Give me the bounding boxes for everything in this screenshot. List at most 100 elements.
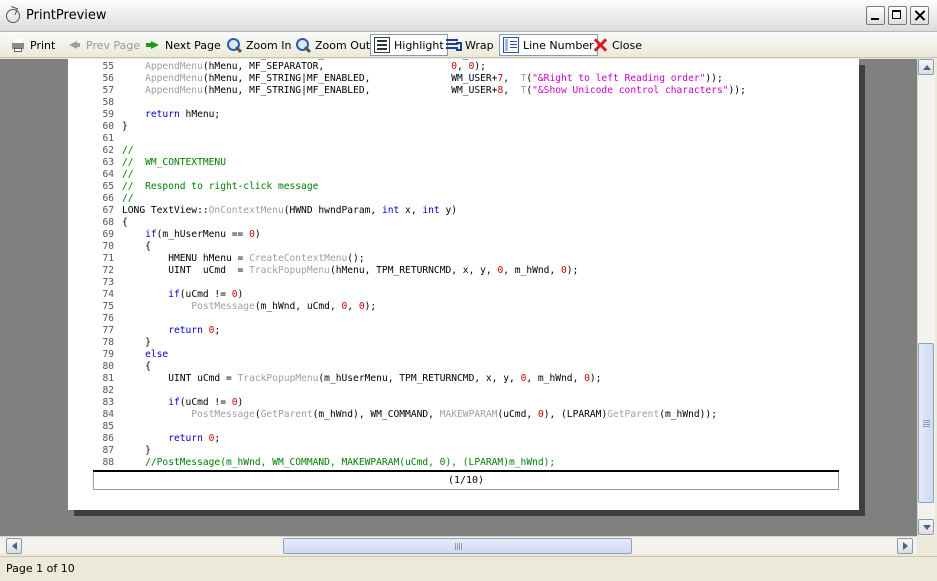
code-token: , xyxy=(347,301,359,312)
code-line: 80 { xyxy=(96,361,836,373)
code-line: 73 xyxy=(96,277,836,289)
code-token: "&Select All" xyxy=(532,59,607,60)
grip-icon xyxy=(455,543,456,550)
code-line: 64 // xyxy=(96,169,836,181)
code-token: (); xyxy=(347,253,365,264)
code-token: AppendMenu xyxy=(122,59,203,60)
zoom-in-button[interactable]: Zoom In xyxy=(223,34,294,56)
code-token: } xyxy=(122,445,151,456)
close-button[interactable]: Close xyxy=(589,34,645,56)
line-number: 83 xyxy=(102,397,114,408)
code-token: return xyxy=(122,325,203,336)
code-token: (m_hWnd, uCmd, xyxy=(254,301,342,312)
code-line: 88 //PostMessage(m_hWnd, WM_COMMAND, MAK… xyxy=(96,457,836,469)
horizontal-scroll-thumb[interactable] xyxy=(283,538,632,554)
code-line: 85 xyxy=(96,421,836,433)
wrap-toggle[interactable]: Wrap xyxy=(442,34,497,56)
code-line: 57 AppendMenu(hMenu, MF_STRING|MF_ENABLE… xyxy=(96,85,836,97)
code-token: CreateContextMenu xyxy=(249,253,348,264)
line-number-toggle[interactable]: Line Number xyxy=(499,34,598,56)
code-line: 67 LONG TextView::OnContextMenu(HWND hwnd… xyxy=(96,205,836,217)
minimize-button[interactable] xyxy=(866,6,885,25)
arrow-right-small-icon xyxy=(903,542,908,550)
line-number-label: Line Number xyxy=(523,38,594,52)
code-token: PostMessage xyxy=(122,301,255,312)
code-line: 87 } xyxy=(96,445,836,457)
code-line: 58 xyxy=(96,97,836,109)
code-token: UINT uCmd = xyxy=(122,373,238,384)
code-token: , xyxy=(503,73,521,84)
print-label: Print xyxy=(30,38,56,52)
line-number: 56 xyxy=(102,73,114,84)
printer-icon xyxy=(10,37,26,53)
code-token: } xyxy=(122,121,128,132)
line-number: 79 xyxy=(102,349,114,360)
zoom-out-label: Zoom Out xyxy=(315,38,371,52)
code-token: (hMenu, TPM_RETURNCMD, x, y, xyxy=(329,265,498,276)
code-token: "&Show Unicode control characters" xyxy=(532,85,729,96)
line-number: 84 xyxy=(102,409,114,420)
code-token: (hMenu, MF_STRING|MF_ENABLED, WM_USER+6, xyxy=(203,59,521,60)
code-token: , xyxy=(457,61,469,72)
next-page-button[interactable]: Next Page xyxy=(142,34,224,56)
code-line: 77 return 0; xyxy=(96,325,836,337)
scroll-up-button[interactable] xyxy=(918,59,934,75)
code-token: MAKEWPARAM xyxy=(439,409,498,420)
code-token: // WM_CONTEXTMENU xyxy=(122,157,226,168)
horizontal-scrollbar[interactable] xyxy=(0,536,917,554)
code-token: UINT uCmd = xyxy=(122,265,250,276)
code-token: PostMessage xyxy=(122,409,255,420)
code-token: (m_hWnd), WM_COMMAND, xyxy=(312,409,440,420)
status-text: Page 1 of 10 xyxy=(6,562,75,575)
highlight-label: Highlight xyxy=(394,38,444,52)
app-refresh-icon xyxy=(6,9,20,23)
code-token: (uCmd != xyxy=(179,289,232,300)
code-line: 60} xyxy=(96,121,836,133)
code-token: AppendMenu xyxy=(122,85,203,96)
zoom-out-button[interactable]: Zoom Out xyxy=(292,34,373,56)
page-footer: (1/10) xyxy=(93,472,839,490)
code-token: )); xyxy=(728,85,746,96)
highlight-toggle[interactable]: Highlight xyxy=(370,34,448,56)
window-close-button[interactable] xyxy=(910,6,929,25)
code-line: 74 if(uCmd != 0) xyxy=(96,289,836,301)
code-token: "&Right to left Reading order" xyxy=(532,73,706,84)
scroll-right-button[interactable] xyxy=(897,538,913,554)
window-title: PrintPreview xyxy=(26,8,107,23)
code-listing: 54 AppendMenu(hMenu, MF_STRING|MF_ENABLE… xyxy=(96,59,836,469)
code-token: GetParent xyxy=(260,409,313,420)
highlight-icon xyxy=(374,37,390,53)
wrap-label: Wrap xyxy=(465,38,494,52)
line-number: 63 xyxy=(102,157,114,168)
scroll-left-button[interactable] xyxy=(6,538,22,554)
code-token: ) xyxy=(254,229,261,240)
code-line: 75 PostMessage(m_hWnd, uCmd, 0, 0); xyxy=(96,301,836,313)
code-token: ); xyxy=(589,373,602,384)
print-button[interactable]: Print xyxy=(7,34,58,56)
vertical-scrollbar[interactable] xyxy=(917,59,935,536)
vertical-scroll-thumb[interactable] xyxy=(918,343,934,503)
line-number: 69 xyxy=(102,229,114,240)
arrow-up-icon xyxy=(923,65,931,70)
line-number: 68 xyxy=(102,217,114,228)
code-token: OnContextMenu xyxy=(208,205,284,216)
code-token: // xyxy=(122,169,134,180)
code-token: { xyxy=(122,361,151,372)
grip-icon xyxy=(923,420,930,421)
preview-area[interactable]: 54 AppendMenu(hMenu, MF_STRING|MF_ENABLE… xyxy=(0,59,917,536)
code-line: 71 HMENU hMenu = CreateContextMenu(); xyxy=(96,253,836,265)
line-number: 60 xyxy=(102,121,114,132)
line-number: 77 xyxy=(102,325,114,336)
code-token: // Respond to right-click message xyxy=(122,181,319,192)
maximize-button[interactable] xyxy=(888,6,907,25)
line-number: 71 xyxy=(102,253,114,264)
scroll-corner xyxy=(917,536,937,554)
line-number: 78 xyxy=(102,337,114,348)
scroll-down-button[interactable] xyxy=(918,519,934,535)
code-token: (uCmd != xyxy=(179,397,232,408)
code-token: ) xyxy=(237,289,244,300)
code-token: TrackPopupMenu xyxy=(249,265,330,276)
prev-page-button[interactable]: Prev Page xyxy=(63,34,143,56)
code-token: (hMenu, MF_STRING|MF_ENABLED, WM_USER+ xyxy=(202,73,498,84)
code-token: , m_hWnd, xyxy=(526,373,585,384)
